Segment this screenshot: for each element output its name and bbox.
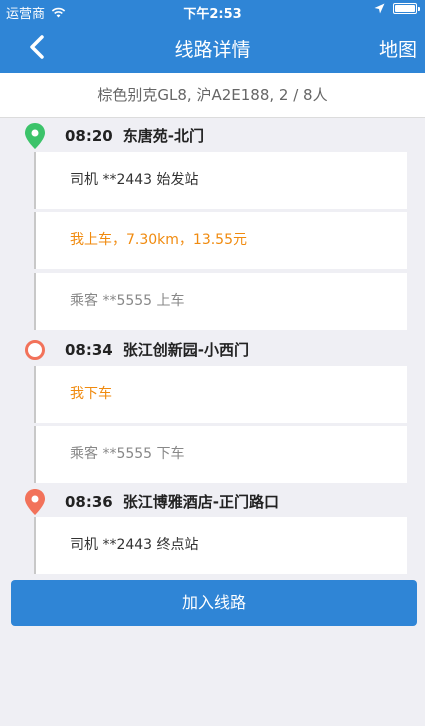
- stop-label: 08:36 张江博雅酒店-正门路口: [65, 491, 279, 512]
- vehicle-info: 棕色别克GL8, 沪A2E188, 2 / 8人: [0, 73, 425, 118]
- event-row: 我上车，7.30km，13.55元: [34, 212, 407, 269]
- event-row: 乘客 **5555 下车: [34, 426, 407, 483]
- status-time: 下午2:53: [183, 7, 242, 22]
- event-text: 司机 **2443 始发站: [70, 172, 199, 188]
- circle-ring-icon: [25, 340, 45, 360]
- event-text: 司机 **2443 终点站: [70, 537, 199, 553]
- map-button[interactable]: 地图: [379, 35, 417, 62]
- map-pin-icon: [25, 489, 45, 515]
- event-row: 我下车: [34, 366, 407, 423]
- event-text: 我下车: [70, 386, 112, 402]
- stop-label: 08:20 东唐苑-北门: [65, 125, 204, 146]
- nav-bar: 线路详情 地图: [0, 22, 425, 73]
- stop-name: 张江创新园-小西门: [122, 341, 249, 359]
- map-pin-icon: [25, 123, 45, 149]
- stop-row: 08:34 张江创新园-小西门: [0, 332, 425, 365]
- stop-row: 08:36 张江博雅酒店-正门路口: [0, 484, 425, 517]
- battery-icon: [393, 3, 420, 14]
- stop-name: 东唐苑-北门: [122, 127, 204, 145]
- event-row: 乘客 **5555 上车: [34, 273, 407, 330]
- status-bar: 运营商 下午2:53: [0, 0, 425, 22]
- stop-row: 08:20 东唐苑-北门: [0, 118, 425, 151]
- status-right: [374, 3, 420, 14]
- event-text: 我上车，7.30km，13.55元: [70, 232, 247, 248]
- stop-time: 08:34: [65, 341, 113, 359]
- event-text: 乘客 **5555 上车: [70, 293, 185, 309]
- location-arrow-icon: [374, 3, 385, 14]
- stop-time: 08:20: [65, 127, 113, 145]
- event-text: 乘客 **5555 下车: [70, 446, 185, 462]
- event-row: 司机 **2443 终点站: [34, 517, 407, 574]
- stop-time: 08:36: [65, 493, 113, 511]
- stop-name: 张江博雅酒店-正门路口: [122, 493, 279, 511]
- page-title: 线路详情: [174, 39, 251, 61]
- stop-label: 08:34 张江创新园-小西门: [65, 339, 249, 360]
- join-route-button[interactable]: 加入线路: [11, 580, 417, 626]
- event-row: 司机 **2443 始发站: [34, 152, 407, 209]
